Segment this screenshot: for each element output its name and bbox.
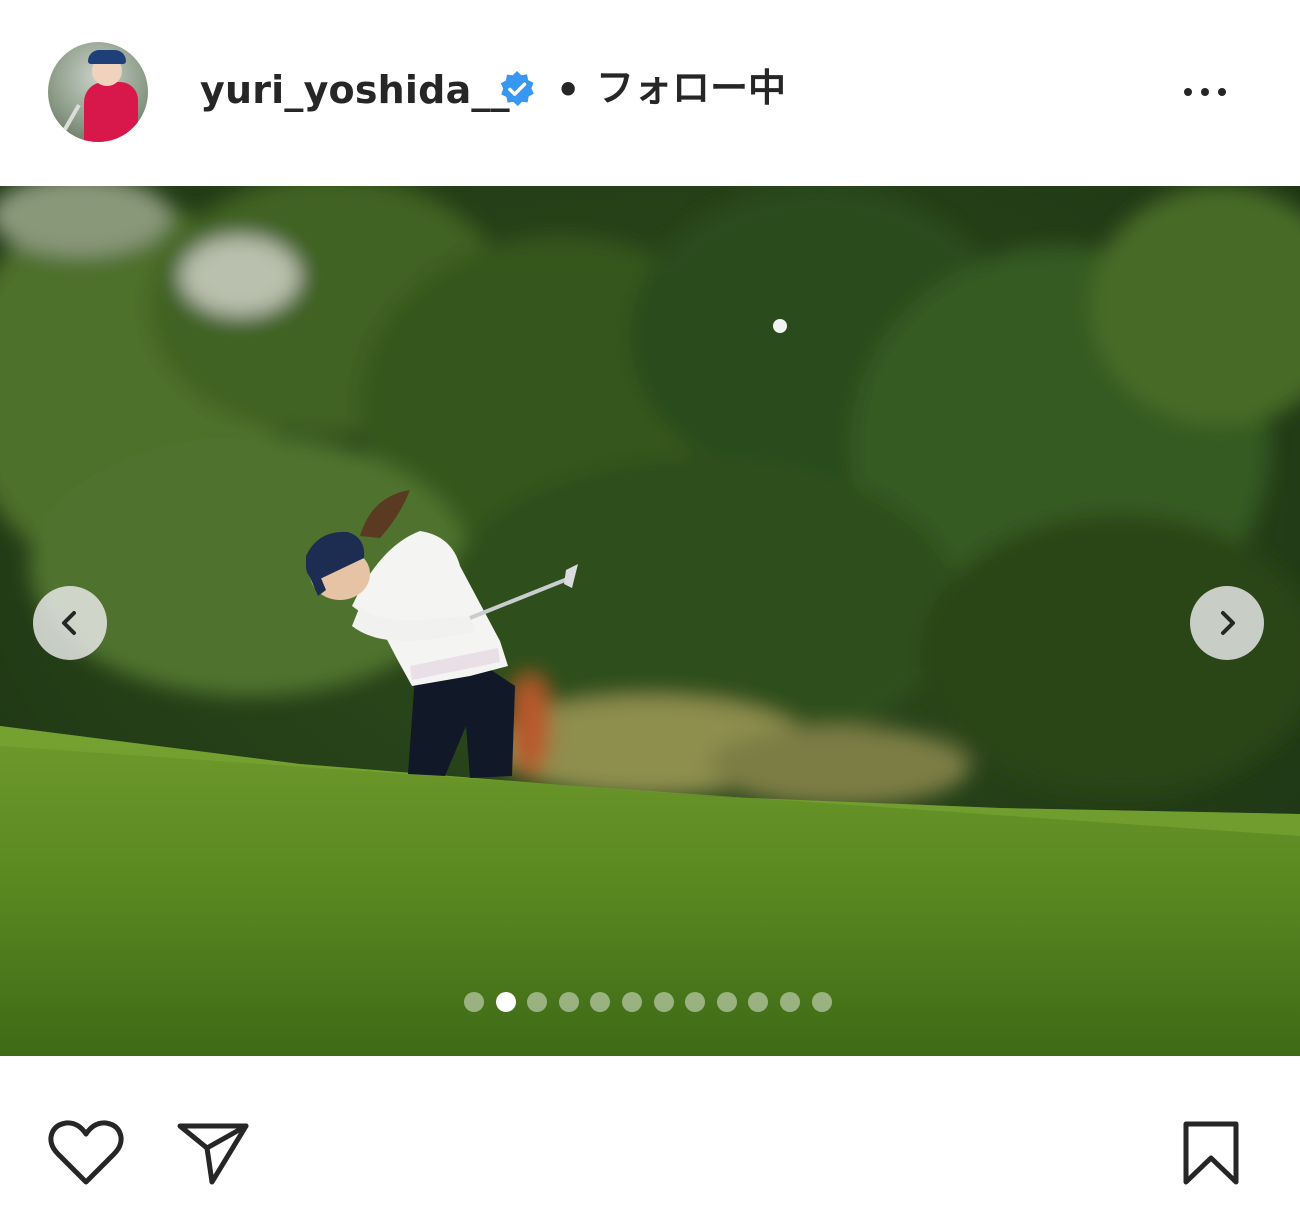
carousel-dot: [464, 992, 484, 1012]
bookmark-icon[interactable]: [1180, 1120, 1242, 1186]
username-link[interactable]: yuri_yoshida__: [200, 66, 510, 114]
carousel-dot: [779, 992, 800, 1012]
post-header: yuri_yoshida__ • フォロー中: [0, 0, 1300, 186]
carousel-prev-button[interactable]: [33, 586, 107, 660]
carousel-dot: [590, 992, 611, 1012]
carousel-dot: [685, 992, 706, 1012]
heart-icon[interactable]: [48, 1120, 124, 1186]
carousel-dot: [748, 992, 769, 1012]
carousel-dot: [527, 992, 548, 1012]
carousel-next-button[interactable]: [1190, 586, 1264, 660]
verified-badge-icon: [500, 70, 534, 107]
more-horizontal-icon[interactable]: [1184, 78, 1240, 106]
carousel-dot: [558, 992, 579, 1012]
golf-swing-photo: [0, 186, 1300, 1056]
carousel-dot: [811, 992, 832, 1012]
avatar[interactable]: [48, 42, 148, 142]
chevron-left-icon: [62, 611, 76, 635]
paper-plane-icon[interactable]: [176, 1120, 250, 1186]
carousel-indicator: [464, 992, 832, 1012]
carousel-dot: [621, 992, 642, 1012]
post-actions: [0, 1056, 1300, 1219]
separator-dot: •: [556, 68, 581, 112]
carousel-dot: [716, 992, 737, 1012]
carousel-dot: [653, 992, 674, 1012]
carousel-dot: [495, 992, 516, 1012]
post-photo[interactable]: [0, 186, 1300, 1056]
following-button[interactable]: フォロー中: [596, 64, 786, 112]
chevron-right-icon: [1221, 611, 1235, 635]
